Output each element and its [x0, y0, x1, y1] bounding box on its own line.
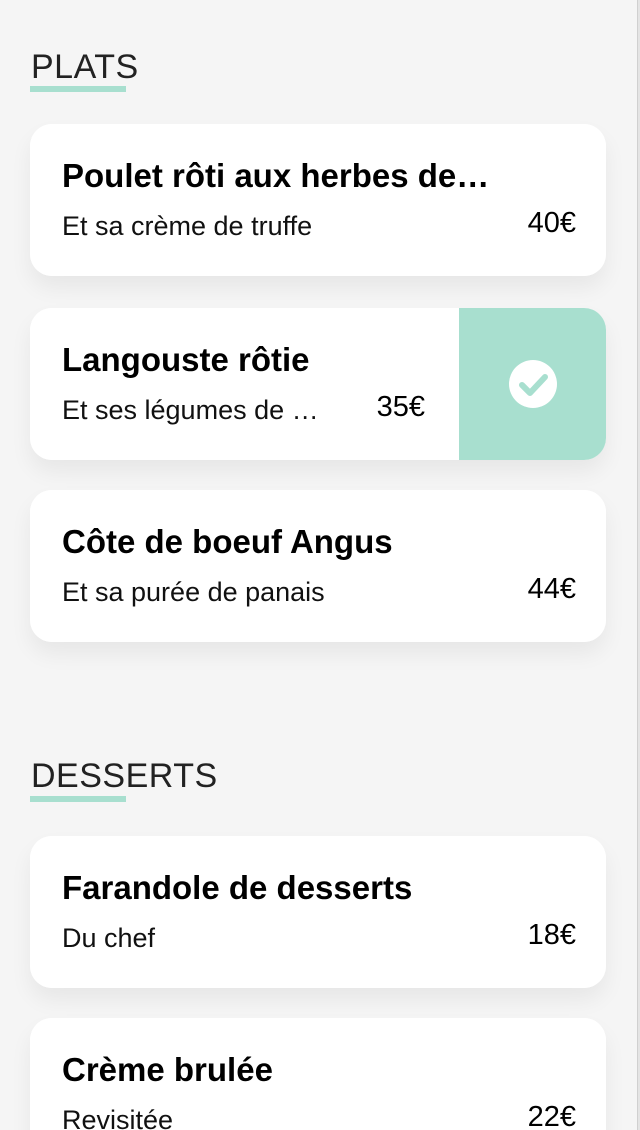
- menu-item-description: Du chef: [62, 923, 156, 953]
- menu-item-description: Et sa crème de truffe: [62, 211, 313, 241]
- menu-item-description: Et ses légumes de …: [62, 395, 319, 425]
- menu-item-price: 40€: [527, 207, 576, 239]
- section-underline: [30, 796, 126, 802]
- card-content: Farandole de desserts Du chef 18€: [30, 836, 606, 988]
- select-action-button[interactable]: [459, 308, 606, 460]
- menu-item-name: Langouste rôtie: [62, 342, 310, 378]
- menu-item-card[interactable]: Farandole de desserts Du chef 18€: [30, 836, 606, 988]
- menu-item-card-swiped[interactable]: Langouste rôtie Et ses légumes de … 35€: [30, 308, 606, 460]
- menu-item-name: Côte de boeuf Angus: [62, 524, 393, 560]
- menu-item-description: Revisitée: [62, 1105, 174, 1130]
- menu-item-name: Crème brulée: [62, 1052, 273, 1088]
- card-content: Côte de boeuf Angus Et sa purée de panai…: [30, 490, 606, 642]
- menu-item-card[interactable]: Crème brulée Revisitée 22€: [30, 1018, 606, 1130]
- card-content: Crème brulée Revisitée 22€: [30, 1018, 606, 1130]
- menu-item-price: 22€: [527, 1101, 576, 1130]
- menu-item-description: Et sa purée de panais: [62, 577, 325, 607]
- menu-item-name: Farandole de desserts: [62, 870, 413, 906]
- section-title-plats: PLATS: [31, 48, 139, 86]
- section-underline: [30, 86, 126, 92]
- check-circle-icon: [508, 360, 557, 408]
- card-content: Poulet rôti aux herbes de … Et sa crème …: [30, 124, 606, 276]
- menu-item-card[interactable]: Poulet rôti aux herbes de … Et sa crème …: [30, 124, 606, 276]
- menu-item-price: 44€: [527, 573, 576, 605]
- menu-page: PLATS Poulet rôti aux herbes de … Et sa …: [0, 0, 640, 1130]
- menu-item-name: Poulet rôti aux herbes de …: [62, 158, 492, 194]
- card-content: Langouste rôtie Et ses légumes de … 35€: [30, 308, 459, 460]
- section-title-desserts: DESSERTS: [31, 757, 218, 795]
- menu-item-price: 18€: [527, 919, 576, 951]
- menu-item-price: 35€: [376, 391, 425, 423]
- menu-item-card[interactable]: Côte de boeuf Angus Et sa purée de panai…: [30, 490, 606, 642]
